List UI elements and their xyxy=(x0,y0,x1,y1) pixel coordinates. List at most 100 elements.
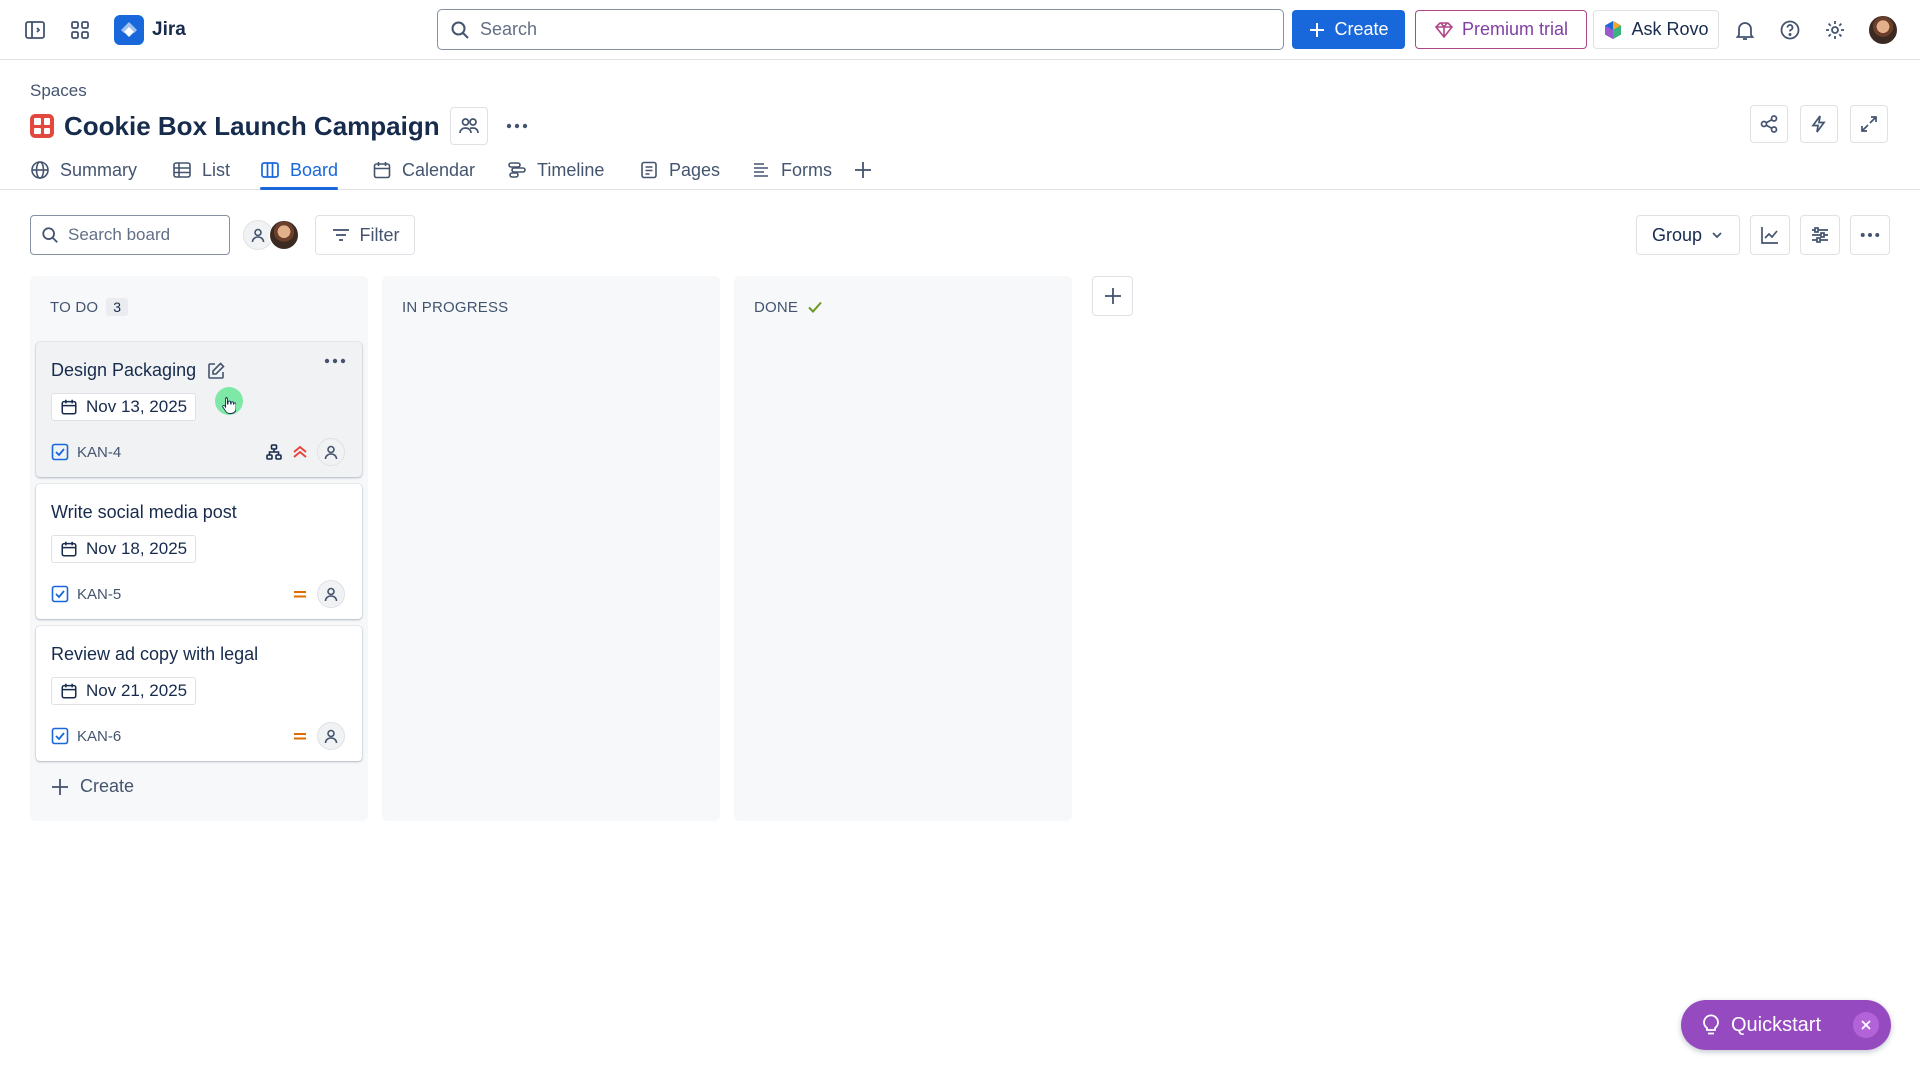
task-checkbox-icon xyxy=(51,727,69,745)
app-name: Jira xyxy=(152,19,186,40)
space-more-button[interactable] xyxy=(498,107,536,145)
people-icon xyxy=(458,115,480,137)
close-quickstart-button[interactable] xyxy=(1853,1012,1879,1038)
board-search-input[interactable] xyxy=(68,225,218,245)
priority-medium-icon xyxy=(291,585,309,603)
create-issue-button[interactable]: Create xyxy=(50,776,134,797)
assignee-filter-avatars xyxy=(243,220,299,250)
top-navigation-bar: Jira Create Premium trial Ask Rovo xyxy=(0,0,1920,60)
help-icon[interactable] xyxy=(1770,10,1810,50)
share-button[interactable] xyxy=(1750,105,1788,143)
column-header: DONE xyxy=(754,296,824,318)
task-checkbox-icon xyxy=(51,443,69,461)
issue-card-kan-4[interactable]: Design Packaging Nov 13, 2025 KAN-4 xyxy=(36,342,362,477)
column-done: DONE xyxy=(734,276,1072,821)
lightning-bolt-icon xyxy=(1800,105,1838,143)
notifications-bell-icon[interactable] xyxy=(1725,10,1765,50)
tab-forms[interactable]: Forms xyxy=(751,150,832,190)
issue-key[interactable]: KAN-4 xyxy=(51,443,121,461)
global-search[interactable] xyxy=(437,9,1284,50)
child-issues-icon[interactable] xyxy=(265,443,283,461)
issue-card-kan-5[interactable]: Write social media post Nov 18, 2025 KAN… xyxy=(36,484,362,619)
user-avatar-filter[interactable] xyxy=(269,220,299,250)
add-tab-button[interactable] xyxy=(853,150,873,190)
ask-rovo-button[interactable]: Ask Rovo xyxy=(1593,10,1719,49)
plus-icon xyxy=(1308,21,1326,39)
list-icon xyxy=(172,160,192,180)
create-button[interactable]: Create xyxy=(1292,10,1405,49)
add-column-button[interactable] xyxy=(1092,276,1133,316)
quickstart-label: Quickstart xyxy=(1731,1013,1822,1036)
issue-key-label: KAN-5 xyxy=(77,585,122,603)
task-checkbox-icon xyxy=(51,585,69,603)
person-icon xyxy=(323,444,339,460)
column-in-progress: IN PROGRESS xyxy=(382,276,720,821)
group-dropdown[interactable]: Group xyxy=(1636,215,1740,255)
group-label: Group xyxy=(1651,224,1703,245)
tab-label: List xyxy=(202,159,231,180)
card-title-row: Write social media post xyxy=(51,502,237,523)
tab-board[interactable]: Board xyxy=(260,150,339,190)
tab-label: Timeline xyxy=(537,159,605,180)
breadcrumb[interactable]: Spaces xyxy=(30,81,87,101)
column-title: IN PROGRESS xyxy=(402,298,509,316)
space-tabs: Summary List Board Calendar Timeline Pag… xyxy=(0,150,1920,190)
due-date: Nov 13, 2025 xyxy=(86,397,188,416)
board-more-button[interactable] xyxy=(1850,215,1890,255)
sliders-icon xyxy=(1810,225,1830,245)
calendar-icon xyxy=(60,398,78,416)
pages-icon xyxy=(639,160,659,180)
chevron-down-icon xyxy=(1710,228,1724,242)
edit-pencil-icon[interactable] xyxy=(206,361,226,381)
board-icon xyxy=(260,160,280,180)
card-title-row: Design Packaging xyxy=(51,360,226,381)
expand-icon xyxy=(1850,105,1888,143)
board-search[interactable] xyxy=(30,215,230,255)
tab-list[interactable]: List xyxy=(172,150,230,190)
tab-calendar[interactable]: Calendar xyxy=(372,150,475,190)
assignee-avatar[interactable] xyxy=(317,580,345,608)
person-icon xyxy=(323,586,339,602)
quickstart-button[interactable]: Quickstart xyxy=(1681,1000,1891,1050)
automation-button[interactable] xyxy=(1800,105,1838,143)
fullscreen-button[interactable] xyxy=(1850,105,1888,143)
user-avatar-button[interactable] xyxy=(1863,10,1903,50)
card-footer-icons xyxy=(291,722,345,750)
calendar-icon xyxy=(60,682,78,700)
tab-summary[interactable]: Summary xyxy=(30,150,137,190)
close-icon xyxy=(1860,1019,1872,1031)
priority-high-icon xyxy=(291,443,309,461)
forms-icon xyxy=(751,160,771,180)
space-title-row: Cookie Box Launch Campaign xyxy=(30,107,536,145)
card-footer: KAN-6 xyxy=(51,721,345,751)
search-input[interactable] xyxy=(480,19,1283,40)
sidebar-toggle-icon[interactable] xyxy=(15,10,55,50)
tab-pages[interactable]: Pages xyxy=(639,150,720,190)
settings-gear-icon[interactable] xyxy=(1815,10,1855,50)
people-button[interactable] xyxy=(449,107,488,145)
issue-key[interactable]: KAN-6 xyxy=(51,727,121,745)
search-icon xyxy=(41,226,59,244)
card-title: Write social media post xyxy=(51,502,237,522)
person-icon xyxy=(250,227,266,243)
premium-trial-button[interactable]: Premium trial xyxy=(1415,10,1587,49)
tab-label: Board xyxy=(290,159,339,180)
tab-timeline[interactable]: Timeline xyxy=(507,150,604,190)
column-header: TO DO 3 xyxy=(50,296,129,318)
card-more-button[interactable] xyxy=(324,358,346,364)
issue-card-kan-6[interactable]: Review ad copy with legal Nov 21, 2025 K… xyxy=(36,626,362,761)
jira-logo[interactable]: Jira xyxy=(114,14,186,46)
view-settings-button[interactable] xyxy=(1800,215,1840,255)
insights-button[interactable] xyxy=(1750,215,1790,255)
filter-button[interactable]: Filter xyxy=(315,215,415,255)
due-date-badge[interactable]: Nov 18, 2025 xyxy=(51,535,197,563)
due-date-badge[interactable]: Nov 13, 2025 xyxy=(51,393,197,421)
app-switcher-icon[interactable] xyxy=(60,10,100,50)
search-icon xyxy=(450,20,470,40)
due-date-badge[interactable]: Nov 21, 2025 xyxy=(51,677,197,705)
card-footer-icons xyxy=(291,580,345,608)
issue-key[interactable]: KAN-5 xyxy=(51,585,121,603)
assignee-avatar[interactable] xyxy=(317,438,345,466)
column-title: TO DO xyxy=(50,298,99,316)
assignee-avatar[interactable] xyxy=(317,722,345,750)
